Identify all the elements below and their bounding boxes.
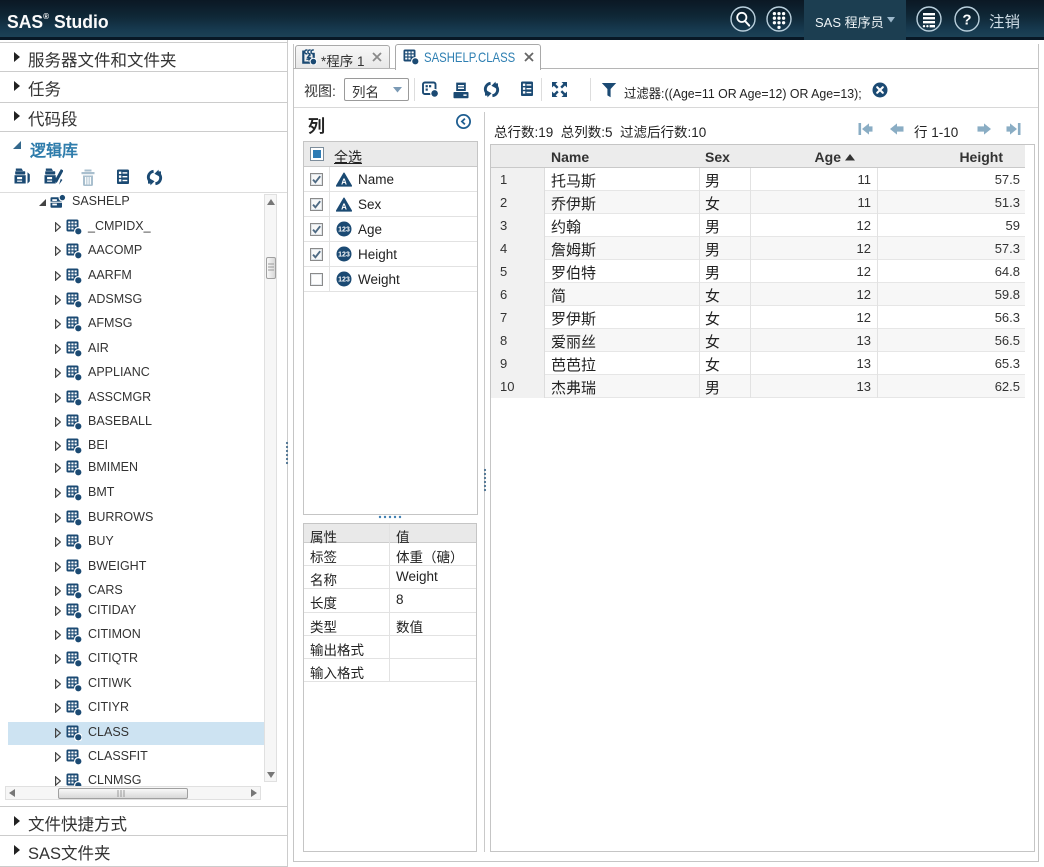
svg-text:123: 123	[338, 227, 350, 234]
svg-text:A: A	[341, 178, 347, 187]
svg-text:?: ?	[962, 12, 971, 29]
svg-text:123: 123	[338, 277, 350, 284]
svg-text:123: 123	[338, 252, 350, 259]
svg-text:A: A	[341, 203, 347, 212]
